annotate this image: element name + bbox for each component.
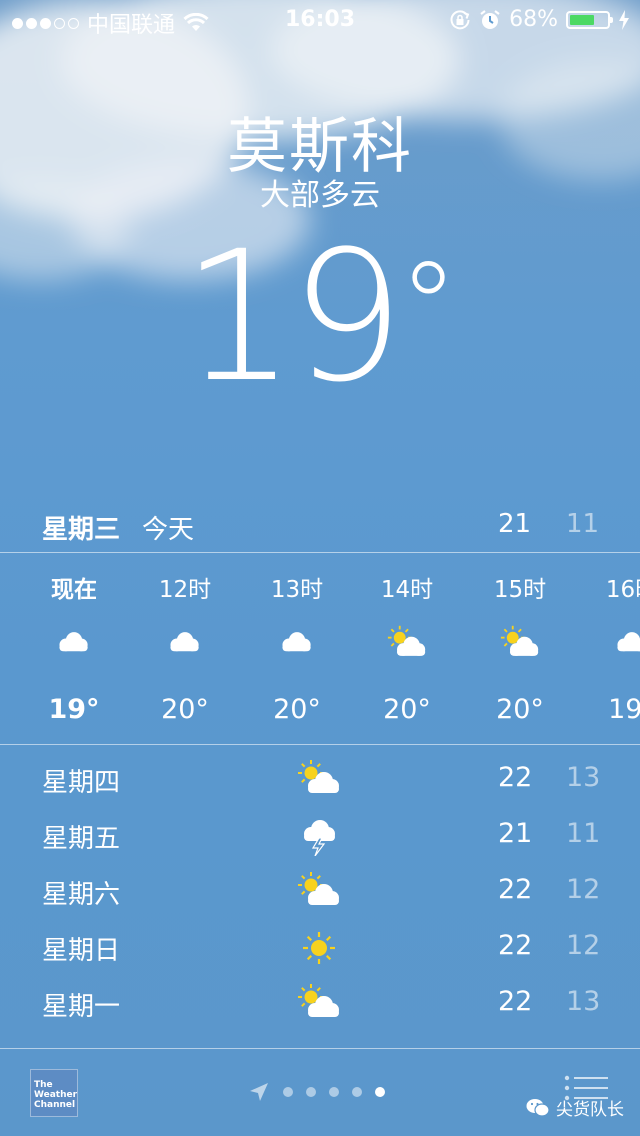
hourly-icon-wrap [387, 624, 427, 664]
hourly-icon-wrap [500, 624, 540, 664]
hourly-icon-wrap [612, 624, 640, 664]
daily-row: 星期四 22 13 [0, 752, 640, 808]
daily-icon-wrap [297, 760, 341, 800]
hourly-time: 16时 [605, 577, 640, 603]
rotation-lock-icon [450, 9, 470, 29]
daily-day: 星期五 [42, 824, 121, 854]
hourly-time: 15时 [493, 577, 547, 603]
today-label: 今天 [142, 515, 195, 545]
hourly-time: 现在 [51, 577, 97, 603]
status-bar: 中国联通 16:03 68% [0, 0, 640, 40]
footer-bar: The Weather Channel 尖货队长 [0, 1049, 640, 1136]
hourly-icon-wrap [277, 624, 317, 664]
hourly-icon-wrap [54, 624, 94, 664]
page-dot[interactable] [306, 1087, 316, 1097]
daily-forecast-list[interactable]: 星期四 22 13 星期五 21 11 星期六 22 12 星期日 22 12 星期一 22 13 [0, 752, 640, 1048]
page-dot[interactable] [375, 1087, 385, 1097]
daily-low: 12 [566, 874, 601, 905]
hourly-time: 14时 [380, 577, 434, 603]
daily-high: 22 [498, 762, 533, 793]
hourly-forecast-scroller[interactable]: 现在 19° 12时 20° 13时 20° 14时 20° 15时 20° 16时 19° [0, 556, 640, 744]
page-dot[interactable] [329, 1087, 339, 1097]
wechat-icon [526, 1098, 550, 1117]
daily-icon-wrap [297, 816, 341, 857]
weather-channel-logo[interactable]: The Weather Channel [30, 1069, 78, 1117]
daily-icon-wrap [297, 928, 341, 968]
daily-low: 12 [566, 930, 601, 961]
daily-row: 星期一 22 13 [0, 976, 640, 1032]
page-dots [283, 1087, 385, 1097]
daily-day: 星期六 [42, 880, 121, 910]
cloud-icon [282, 632, 311, 652]
daily-row: 星期日 22 12 [0, 920, 640, 976]
thunderstorm-icon [304, 820, 335, 857]
daily-high: 21 [498, 818, 533, 849]
current-temperature: 19° [0, 228, 640, 408]
current-temperature-value: 19 [181, 213, 404, 422]
weather-channel-logo-text: The Weather Channel [34, 1080, 78, 1110]
battery-icon [566, 10, 613, 29]
battery-percent: 68% [509, 7, 558, 32]
partly-sunny-icon [387, 625, 426, 656]
today-high: 21 [498, 509, 532, 539]
hourly-temp: 20° [273, 694, 321, 725]
page-dot[interactable] [283, 1087, 293, 1097]
watermark: 尖货队长 [526, 1095, 624, 1120]
partly-sunny-icon [500, 625, 539, 656]
daily-low: 13 [566, 762, 601, 793]
daily-day: 星期日 [42, 936, 121, 966]
hourly-temp: 20° [161, 694, 209, 725]
degree-symbol: ° [398, 238, 459, 377]
location-arrow-icon [250, 1083, 268, 1101]
divider-middle [0, 744, 640, 745]
hourly-temp: 20° [496, 694, 544, 725]
hourly-time: 13时 [270, 577, 324, 603]
page-indicator[interactable] [248, 1081, 385, 1103]
divider-top [0, 552, 640, 553]
today-day: 星期三 [42, 515, 121, 545]
sun-icon [303, 932, 335, 964]
watermark-text: 尖货队长 [556, 1100, 624, 1120]
charging-bolt-icon [619, 9, 629, 30]
daily-row: 星期六 22 12 [0, 864, 640, 920]
daily-low: 13 [566, 986, 601, 1017]
page-dot[interactable] [352, 1087, 362, 1097]
daily-low: 11 [566, 818, 601, 849]
cloud-icon [170, 632, 199, 652]
partly-sunny-icon [298, 760, 339, 793]
cloud-icon [617, 632, 640, 652]
daily-high: 22 [498, 874, 533, 905]
daily-high: 22 [498, 930, 533, 961]
today-low: 11 [566, 509, 600, 539]
partly-sunny-icon [298, 984, 339, 1017]
daily-row: 星期五 21 11 [0, 808, 640, 864]
today-summary-row: 星期三 今天 21 11 [0, 505, 640, 545]
hourly-temp: 20° [383, 694, 431, 725]
daily-high: 22 [498, 986, 533, 1017]
status-bar-right: 68% [449, 7, 630, 32]
daily-day: 星期一 [42, 992, 121, 1022]
hourly-temp: 19° [48, 694, 100, 725]
daily-day: 星期四 [42, 768, 121, 798]
hourly-time: 12时 [158, 577, 212, 603]
hourly-temp: 19° [608, 694, 640, 725]
hourly-icon-wrap [165, 624, 205, 664]
weather-condition: 大部多云 [260, 178, 380, 213]
daily-icon-wrap [297, 984, 341, 1024]
daily-icon-wrap [297, 872, 341, 912]
partly-sunny-icon [298, 872, 339, 905]
cloud-icon [59, 632, 88, 652]
alarm-icon [480, 9, 500, 29]
